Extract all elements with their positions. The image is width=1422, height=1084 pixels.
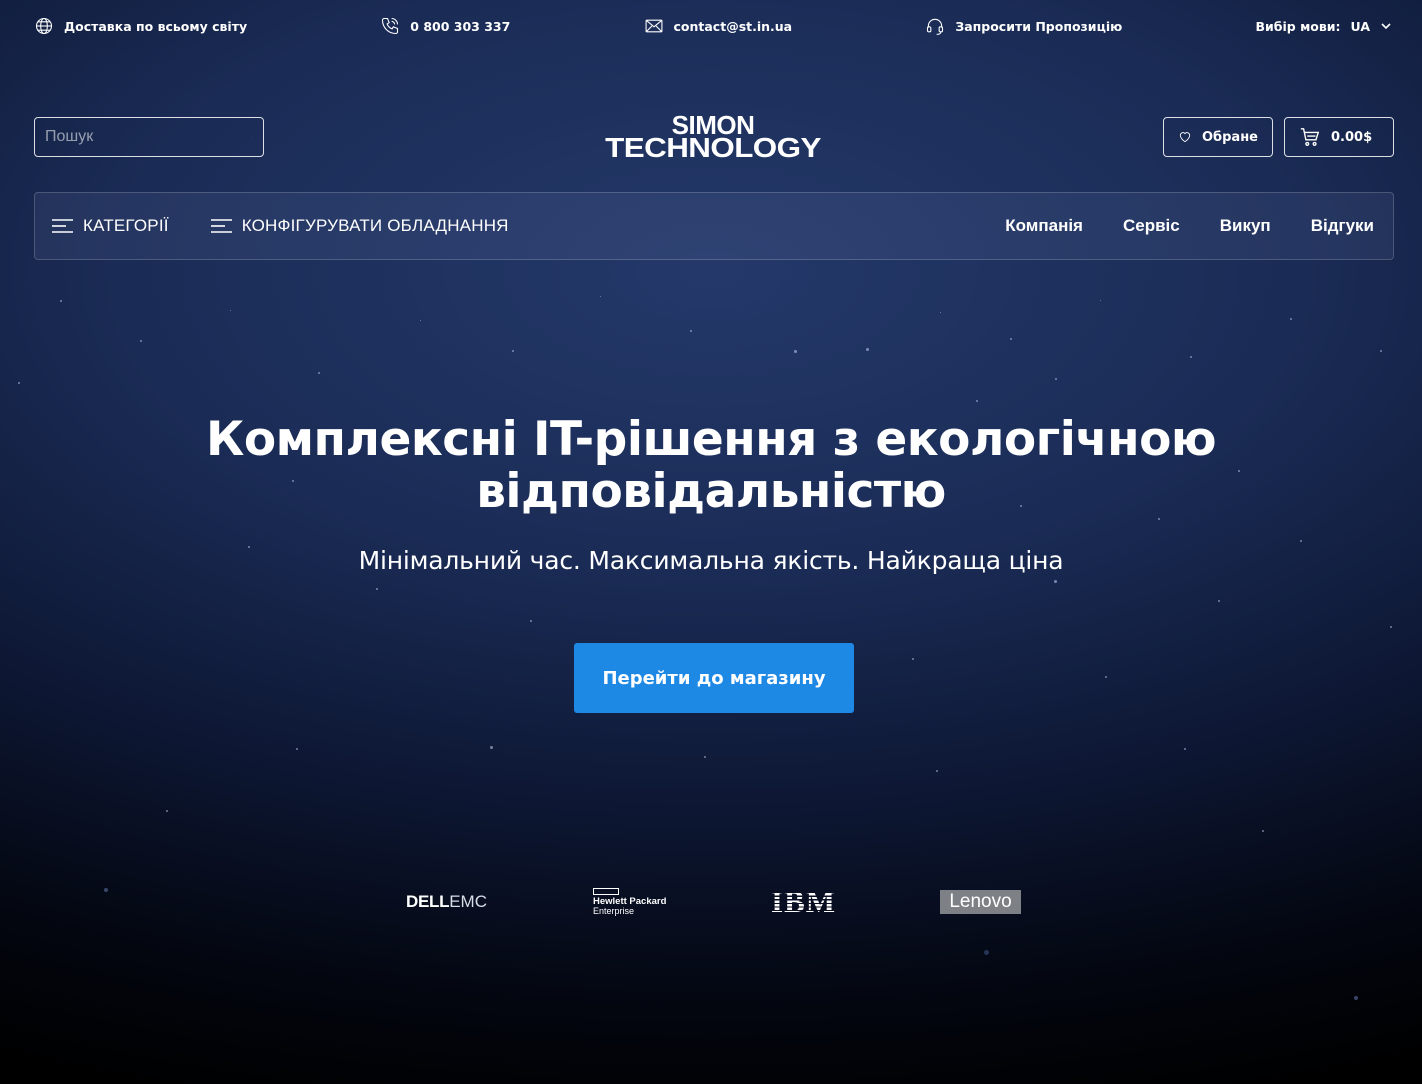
cart-button[interactable]: 0.00$	[1284, 117, 1394, 157]
hpe-wordmark-line-2: Enterprise	[593, 905, 635, 916]
delivery-text: Доставка по всьому світу	[64, 18, 248, 34]
ibm-logo: IBM	[771, 884, 836, 919]
language-label: Вибір мови:	[1255, 18, 1341, 34]
headset-icon	[927, 18, 944, 35]
logo-line-2: TECHNOLOGY	[605, 132, 821, 164]
search-box	[34, 117, 264, 157]
favorites-button[interactable]: Обране	[1163, 117, 1273, 157]
phone-link[interactable]: 0 800 303 337	[380, 16, 510, 36]
search-input[interactable]	[45, 128, 252, 146]
mail-icon	[645, 19, 662, 33]
search-icon[interactable]	[252, 126, 253, 148]
hero-title-line-2: відповідальністю	[476, 464, 946, 519]
heart-icon	[1179, 132, 1191, 143]
configure-equipment-button[interactable]: КОНФІГУРУВАТИ ОБЛАДНАННЯ	[210, 216, 509, 236]
menu-icon	[210, 219, 232, 233]
nav-link-buyback[interactable]: Викуп	[1220, 216, 1271, 236]
hero-subtitle: Мінімальний час. Максимальна якість. Най…	[358, 546, 1064, 575]
nav-link-company[interactable]: Компанія	[1005, 216, 1083, 236]
dell-wordmark: DELL	[406, 892, 450, 911]
configure-equipment-label: КОНФІГУРУВАТИ ОБЛАДНАННЯ	[241, 216, 509, 235]
emc-wordmark: EMC	[449, 892, 487, 911]
phone-number: 0 800 303 337	[410, 18, 511, 34]
categories-label: КАТЕГОРІЇ	[83, 216, 169, 235]
site-logo[interactable]: SIMON TECHNOLOGY	[590, 112, 836, 162]
cart-icon	[1300, 128, 1320, 146]
menu-icon	[52, 219, 73, 233]
main-navigation: КАТЕГОРІЇ КОНФІГУРУВАТИ ОБЛАДНАННЯ Компа…	[34, 192, 1394, 260]
hero-title-line-1: Комплексні IT-рішення з екологічною	[205, 412, 1217, 467]
hpe-logo: Hewlett Packard Enterprise	[593, 886, 666, 918]
lenovo-logo: Lenovo	[940, 890, 1021, 914]
hpe-element-mark	[593, 887, 619, 895]
language-selector[interactable]: Вибір мови: UA	[1255, 19, 1392, 34]
globe-icon	[35, 17, 53, 35]
chevron-down-icon	[1381, 23, 1391, 30]
categories-menu-button[interactable]: КАТЕГОРІЇ	[52, 216, 169, 236]
request-offer-link[interactable]: Запросити Пропозицію	[925, 16, 1122, 36]
delivery-info: Доставка по всьому світу	[34, 16, 247, 36]
email-address: contact@st.in.ua	[673, 18, 793, 34]
nav-link-service[interactable]: Сервіс	[1123, 216, 1180, 236]
request-offer-label: Запросити Пропозицію	[955, 18, 1123, 34]
cart-total: 0.00$	[1331, 129, 1373, 145]
language-value: UA	[1350, 18, 1370, 34]
hero-title: Комплексні IT-рішення з екологічною відп…	[111, 414, 1311, 518]
top-info-bar: Доставка по всьому світу 0 800 303 337 c…	[34, 0, 1392, 52]
favorites-label: Обране	[1201, 129, 1258, 145]
phone-icon	[382, 17, 399, 35]
email-link[interactable]: contact@st.in.ua	[644, 16, 793, 36]
go-to-shop-button[interactable]: Перейти до магазину	[574, 643, 854, 713]
dell-emc-logo: DELL EMC	[406, 886, 487, 918]
nav-link-reviews[interactable]: Відгуки	[1311, 216, 1374, 236]
